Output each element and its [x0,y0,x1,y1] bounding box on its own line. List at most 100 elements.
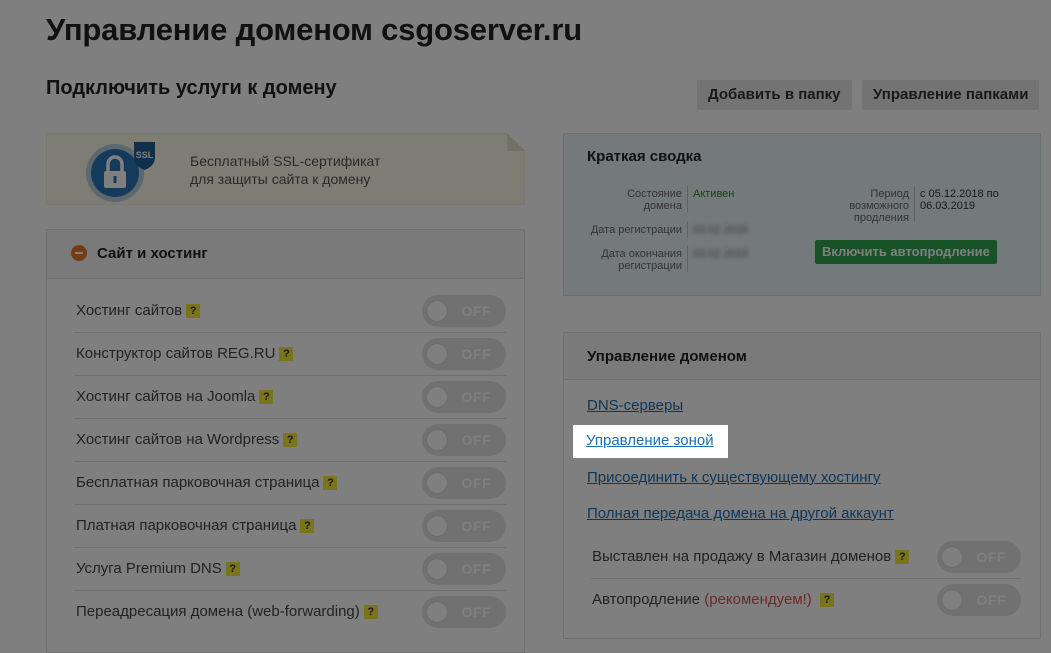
toggle-state: OFF [461,475,491,491]
service-label-text: Платная парковочная страница [76,517,297,534]
service-row: Хостинг сайтов на Joomla? OFF [74,376,506,419]
renewal-period-value: с 05.12.2018 по 06.03.2019 [920,188,999,212]
add-to-folder-button[interactable]: Добавить в папку [697,80,852,110]
banner-corner-fold [507,133,525,151]
for-sale-toggle[interactable]: OFF [937,541,1021,573]
help-icon[interactable]: ? [300,519,315,533]
renew-label-line1: Период [870,188,909,200]
help-icon[interactable]: ? [186,304,201,318]
collapse-icon[interactable] [71,245,87,261]
page: Управление доменом csgoserver.ru Подключ… [0,0,1051,653]
toggle-state: OFF [461,604,491,620]
divider [687,246,688,272]
renew-value-line2: 06.03.2019 [920,200,976,212]
service-toggle[interactable]: OFF [422,596,506,628]
service-toggle[interactable]: OFF [422,467,506,499]
ssl-badge-text: SSL [136,150,154,160]
for-sale-text: Выставлен на продажу в Магазин доменов [592,548,892,565]
help-icon[interactable]: ? [363,605,378,619]
toggle-state: OFF [461,432,491,448]
service-label: Бесплатная парковочная страница? [76,474,338,491]
service-toggle[interactable]: OFF [422,381,506,413]
toggle-knob [942,590,962,610]
service-label: Платная парковочная страница? [76,517,315,534]
transfer-domain-link[interactable]: Полная передача домена на другой аккаунт [587,505,894,522]
help-icon[interactable]: ? [895,550,910,564]
status-label-line2: домена [643,200,682,212]
manage-folders-button[interactable]: Управление папками [862,80,1040,110]
toggle-state: OFF [461,303,491,319]
toggle-state: OFF [461,518,491,534]
hosting-section: Сайт и хостинг Хостинг сайтов? OFF Констру… [46,229,525,653]
recommended-note: (рекомендуем!) [704,591,812,608]
toggle-knob [942,547,962,567]
toggle-knob [427,473,447,493]
ssl-banner-line2: для защиты сайта к домену [190,171,371,187]
renew-value-line1: с 05.12.2018 по [920,188,999,200]
autorenew-text: Автопродление [592,591,701,608]
exp-date-value: 03.02.2019 [693,248,749,260]
ssl-banner-text: Бесплатный SSL-сертификат для защиты сай… [190,152,380,188]
toggle-knob [427,387,447,407]
autorenew-row: Автопродление (рекомендуем!) ? OFF [591,579,1021,622]
enable-autorenew-button[interactable]: Включить автопродление [815,240,997,264]
toggle-state: OFF [461,389,491,405]
reg-date-value: 03.02.2018 [693,224,749,236]
service-label-text: Хостинг сайтов на Wordpress [76,431,280,448]
ssl-banner-line1: Бесплатный SSL-сертификат [190,153,381,169]
domain-management-panel: Управление доменом DNS-серверы Управлени… [563,332,1041,639]
page-subtitle: Подключить услуги к домену [46,77,337,99]
exp-label-line1: Дата окончания [601,248,682,260]
renewal-period-label: Период возможного продления [819,188,909,224]
domain-management-title: Управление доменом [587,348,747,365]
help-icon[interactable]: ? [259,390,274,404]
help-icon[interactable]: ? [323,476,338,490]
service-row: Платная парковочная страница? OFF [74,505,506,548]
zone-management-highlight[interactable]: Управление зоной [573,425,728,458]
service-label: Хостинг сайтов на Wordpress? [76,431,298,448]
toggle-state: OFF [461,346,491,362]
service-toggle[interactable]: OFF [422,338,506,370]
service-label-text: Хостинг сайтов [76,302,183,319]
toggle-state: OFF [976,549,1006,565]
hosting-section-header[interactable]: Сайт и хостинг [47,230,524,279]
divider [687,186,688,212]
dns-servers-link[interactable]: DNS-серверы [587,397,683,414]
toggle-state: OFF [461,561,491,577]
service-row: Услуга Premium DNS? OFF [74,548,506,591]
service-row: Переадресация домена (web-forwarding)? OF… [74,591,506,634]
service-row: Бесплатная парковочная страница? OFF [74,462,506,505]
service-label-text: Хостинг сайтов на Joomla [76,388,256,405]
help-icon[interactable]: ? [819,593,834,607]
help-icon[interactable]: ? [225,562,240,576]
service-toggle[interactable]: OFF [422,295,506,327]
autorenew-label: Автопродление (рекомендуем!) ? [592,591,834,608]
help-icon[interactable]: ? [283,433,298,447]
service-toggle[interactable]: OFF [422,424,506,456]
ssl-banner[interactable]: SSL Бесплатный SSL-сертификат для защиты… [46,133,525,205]
toggle-knob [427,516,447,536]
reg-date-label: Дата регистрации [590,224,682,236]
zone-management-highlight-link[interactable]: Управление зоной [586,432,714,449]
exp-date-label: Дата окончания регистрации [584,248,682,272]
toggle-knob [427,301,447,321]
service-toggle[interactable]: OFF [422,553,506,585]
help-icon[interactable]: ? [279,347,294,361]
service-row: Конструктор сайтов REG.RU? OFF [74,333,506,376]
service-label: Переадресация домена (web-forwarding)? [76,603,378,620]
renew-label-line3: продления [853,212,909,224]
service-label-text: Переадресация домена (web-forwarding) [76,603,360,620]
for-sale-label: Выставлен на продажу в Магазин доменов? [592,548,910,565]
service-row: Хостинг сайтов на Wordpress? OFF [74,419,506,462]
service-toggle[interactable]: OFF [422,510,506,542]
autorenew-toggle[interactable]: OFF [937,584,1021,616]
hosting-section-title: Сайт и хостинг [97,245,208,262]
attach-hosting-link[interactable]: Присоединить к существующему хостингу [587,469,881,486]
service-label-text: Бесплатная парковочная страница [76,474,320,491]
service-label: Хостинг сайтов? [76,302,201,319]
service-label-text: Конструктор сайтов REG.RU [76,345,276,362]
toggle-knob [427,602,447,622]
toggle-knob [427,559,447,579]
toggle-knob [427,344,447,364]
status-value: Активен [693,188,735,200]
